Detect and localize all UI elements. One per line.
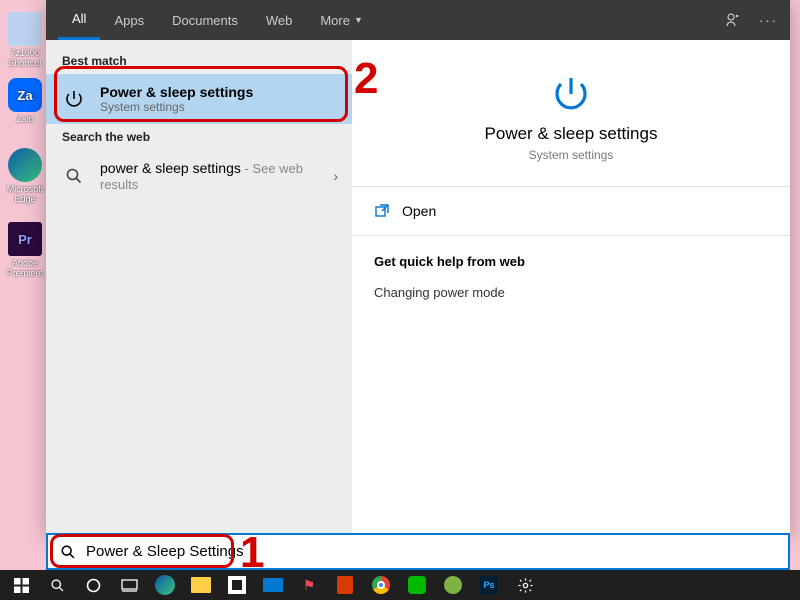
desktop-icon[interactable]: ZaZalo <box>4 78 46 124</box>
web-result[interactable]: power & sleep settings - See web results… <box>46 150 352 202</box>
tab-web[interactable]: Web <box>252 0 307 40</box>
photoshop-icon[interactable]: Ps <box>472 571 506 599</box>
annotation-number-1: 1 <box>240 528 264 578</box>
annotation-box-1 <box>50 534 234 568</box>
tab-more[interactable]: More▼ <box>306 0 377 40</box>
taskbar-search-icon[interactable] <box>40 571 74 599</box>
open-icon <box>374 203 390 219</box>
desktop-icon[interactable]: 7z1900 Shortcut <box>4 12 46 68</box>
divider <box>352 235 790 236</box>
line-icon[interactable] <box>400 571 434 599</box>
search-web-label: Search the web <box>46 124 352 150</box>
desktop-icon[interactable]: Microsoft Edge <box>4 148 46 204</box>
task-view-icon[interactable] <box>112 571 146 599</box>
edge-icon[interactable] <box>148 571 182 599</box>
desktop-icon-label: 7z1900 Shortcut <box>8 48 42 68</box>
annotation-box-2 <box>54 66 348 122</box>
result-title: power & sleep settings - See web results <box>100 160 321 192</box>
desktop-icon-label: Microsoft Edge <box>7 184 44 204</box>
chevron-down-icon: ▼ <box>354 15 363 25</box>
divider <box>352 186 790 187</box>
explorer-icon[interactable] <box>184 571 218 599</box>
help-item[interactable]: Changing power mode <box>352 277 790 308</box>
search-tabs: All Apps Documents Web More▼ ··· <box>46 0 790 40</box>
desktop-icon[interactable]: PrAdobe Premiere <box>4 222 46 278</box>
chevron-right-icon: › <box>333 168 338 184</box>
preview-column: Power & sleep settings System settings O… <box>352 40 790 533</box>
open-action[interactable]: Open <box>352 193 790 229</box>
desktop-icon-label: Zalo <box>16 114 34 124</box>
settings-icon[interactable] <box>508 571 542 599</box>
taskbar: ⚑ Ps <box>0 570 800 600</box>
search-icon <box>60 162 88 190</box>
app-icon[interactable] <box>436 571 470 599</box>
annotation-number-2: 2 <box>354 54 378 104</box>
feedback-icon[interactable] <box>725 12 741 28</box>
tab-documents[interactable]: Documents <box>158 0 252 40</box>
desktop-icon-label: Adobe Premiere <box>7 258 44 278</box>
tab-apps[interactable]: Apps <box>100 0 158 40</box>
cortana-icon[interactable] <box>76 571 110 599</box>
chrome-icon[interactable] <box>364 571 398 599</box>
office-icon[interactable] <box>328 571 362 599</box>
tab-all[interactable]: All <box>58 0 100 40</box>
preview-title: Power & sleep settings <box>352 124 790 144</box>
preview-subtitle: System settings <box>352 148 790 162</box>
gift-icon[interactable]: ⚑ <box>292 571 326 599</box>
open-label: Open <box>402 203 436 219</box>
more-options-icon[interactable]: ··· <box>759 13 778 28</box>
start-button[interactable] <box>4 571 38 599</box>
power-icon <box>352 70 790 118</box>
help-header: Get quick help from web <box>352 242 790 277</box>
